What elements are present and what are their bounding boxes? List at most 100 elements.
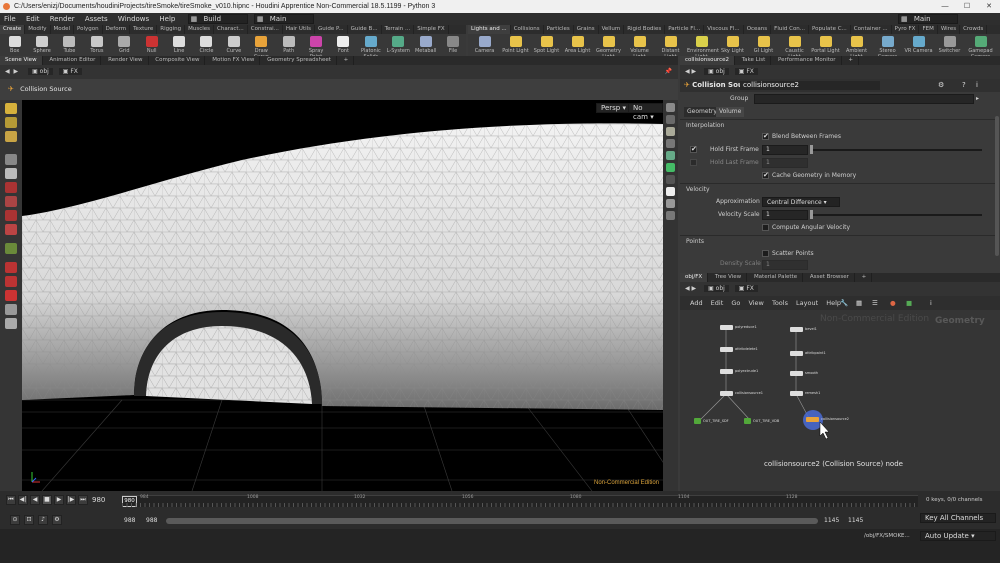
left-shelf-tool[interactable]: L-System [386, 34, 411, 56]
forward-arrow-icon[interactable]: ▶ [692, 285, 697, 292]
snapshot-icon[interactable] [666, 199, 675, 208]
left-shelf-tab[interactable]: Model [51, 25, 75, 34]
subtab-geometry[interactable]: Geometry [684, 107, 720, 117]
tab-asset-browser[interactable]: Asset Browser [805, 273, 855, 282]
left-shelf-tool[interactable]: Torus [84, 34, 109, 56]
back-arrow-icon[interactable]: ◀ [685, 285, 690, 292]
node-collisionsource2[interactable] [806, 417, 819, 422]
left-shelf-tab[interactable]: Create [0, 25, 26, 34]
right-shelf-tool[interactable]: Portal Light [811, 34, 840, 56]
right-shelf-tool[interactable]: Switcher [935, 34, 964, 56]
snap-point-icon[interactable] [5, 276, 17, 287]
left-shelf-tab[interactable]: Rigging [157, 25, 186, 34]
right-shelf-tab[interactable]: FEM [919, 25, 938, 34]
no-cam-dropdown[interactable]: No cam ▾ [628, 103, 663, 121]
right-shelf-tab[interactable]: Fluid Con... [771, 25, 810, 34]
param-scrollbar[interactable] [995, 116, 999, 256]
tab-composite-view[interactable]: Composite View [150, 56, 206, 65]
path-obj[interactable]: ▣ obj [28, 68, 53, 75]
tab-obj-fx[interactable]: obj/FX [680, 273, 709, 282]
list-view-icon[interactable]: ☰ [872, 296, 878, 310]
add-tab-button[interactable]: + [843, 56, 859, 65]
left-shelf-tool[interactable]: File [440, 34, 465, 56]
step-forward-button[interactable]: |▶ [66, 495, 76, 505]
viewport-canvas[interactable]: Non-Commercial Edition [22, 100, 663, 491]
right-shelf-tab[interactable]: Pyro FX [892, 25, 920, 34]
right-shelf-tool[interactable]: Geometry Light [594, 34, 623, 60]
right-shelf-tab[interactable]: Particle Fl... [665, 25, 705, 34]
menu-assets[interactable]: Assets [81, 13, 112, 25]
left-shelf-tool[interactable]: Curve [221, 34, 246, 56]
right-shelf-tool[interactable]: VR Camera [904, 34, 933, 56]
lock-icon[interactable] [5, 168, 17, 179]
node-out-tire-sdf[interactable] [694, 418, 701, 424]
left-shelf-tool[interactable]: Line [166, 34, 191, 56]
left-shelf-tab[interactable]: Polygon [74, 25, 103, 34]
left-shelf-tab[interactable]: Muscles [185, 25, 214, 34]
background-icon[interactable] [666, 163, 675, 172]
handle-tool-icon[interactable] [5, 117, 17, 128]
display-options-icon[interactable] [666, 103, 675, 112]
start-frame-field[interactable]: 988 [124, 517, 135, 524]
forward-arrow-icon[interactable]: ▶ [692, 68, 697, 75]
right-shelf-tool[interactable]: Stereo Camera [873, 34, 902, 60]
auto-update-dropdown[interactable]: Auto Update ▾ [920, 531, 996, 541]
tab-scene-view[interactable]: Scene View [0, 56, 43, 65]
right-shelf-tool[interactable]: Ambient Light [842, 34, 871, 60]
paint-icon[interactable] [5, 304, 17, 315]
angular-checkbox[interactable] [762, 224, 769, 231]
status-path[interactable]: /obj/FX/SMOKE... [864, 533, 910, 539]
right-shelf-tool[interactable]: GI Light [749, 34, 778, 56]
left-shelf-tool[interactable]: Box [2, 34, 27, 56]
right-desktop-dropdown[interactable]: ▦ Main [898, 14, 958, 24]
network-menu-add[interactable]: Add [690, 299, 703, 307]
path-fx[interactable]: ▣ FX [58, 68, 82, 75]
left-shelf-tab[interactable]: Simple FX [414, 25, 449, 34]
tab-material-palette[interactable]: Material Palette [749, 273, 804, 282]
tab-performance-monitor[interactable]: Performance Monitor [773, 56, 842, 65]
pin-icon[interactable]: 📌 [665, 65, 672, 79]
node-bevel1[interactable] [790, 327, 803, 332]
tab-animation-editor[interactable]: Animation Editor [44, 56, 102, 65]
left-shelf-tool[interactable]: Sphere [29, 34, 54, 56]
right-shelf-tool[interactable]: Point Light [501, 34, 530, 56]
info-icon[interactable]: i [976, 79, 978, 92]
shape-palette-icon[interactable]: ■ [906, 296, 912, 310]
hold-first-toggle[interactable] [690, 143, 697, 156]
end-frame-field-2[interactable]: 1145 [848, 517, 863, 524]
right-shelf-tab[interactable]: Populate C... [809, 25, 851, 34]
node-polyreduce1[interactable] [720, 325, 733, 330]
rotate-tool-icon[interactable] [5, 210, 17, 221]
node-attribdelete1[interactable] [720, 347, 733, 352]
end-frame-field[interactable]: 1145 [824, 517, 839, 524]
left-shelf-tool[interactable]: Grid [112, 34, 137, 56]
tab-motion-fx-view[interactable]: Motion FX View [207, 56, 261, 65]
start-frame-field-2[interactable]: 988 [146, 517, 157, 524]
left-shelf-tool[interactable]: Metaball [413, 34, 438, 56]
left-shelf-tool[interactable]: Spray Paint [303, 34, 328, 60]
velocity-scale-slider[interactable] [810, 214, 982, 216]
hold-first-handle[interactable] [810, 145, 813, 154]
right-shelf-tab[interactable]: Grains [574, 25, 599, 34]
back-arrow-icon[interactable]: ◀ [5, 68, 10, 75]
left-shelf-tab[interactable]: Deform [103, 25, 131, 34]
interpolation-header[interactable]: Interpolation [680, 119, 996, 130]
audio-button[interactable]: ♪ [38, 515, 48, 525]
minimize-button[interactable]: — [934, 0, 956, 13]
hold-last-field[interactable]: 1 [762, 158, 808, 168]
transform-tool-icon[interactable] [5, 196, 17, 207]
right-shelf-tab[interactable]: Container ... [851, 25, 892, 34]
main-desktop-dropdown[interactable]: ▦ Main [253, 14, 314, 24]
persp-camera-dropdown[interactable]: Persp ▾ [596, 103, 631, 113]
home-view-icon[interactable] [666, 187, 675, 196]
network-info-icon[interactable]: i [930, 296, 932, 310]
tab-take-list[interactable]: Take List [737, 56, 772, 65]
left-shelf-tool[interactable]: Draw Curve [249, 34, 274, 60]
cache-checkbox[interactable] [762, 169, 769, 182]
network-menu-tools[interactable]: Tools [772, 299, 788, 307]
left-shelf-tab[interactable]: Constrai... [248, 25, 283, 34]
range-slider[interactable] [166, 518, 818, 524]
snap-grid-icon[interactable] [5, 243, 17, 254]
left-shelf-tab[interactable]: Guide P... [315, 25, 348, 34]
approximation-dropdown[interactable]: Central Difference ▾ [762, 197, 840, 207]
